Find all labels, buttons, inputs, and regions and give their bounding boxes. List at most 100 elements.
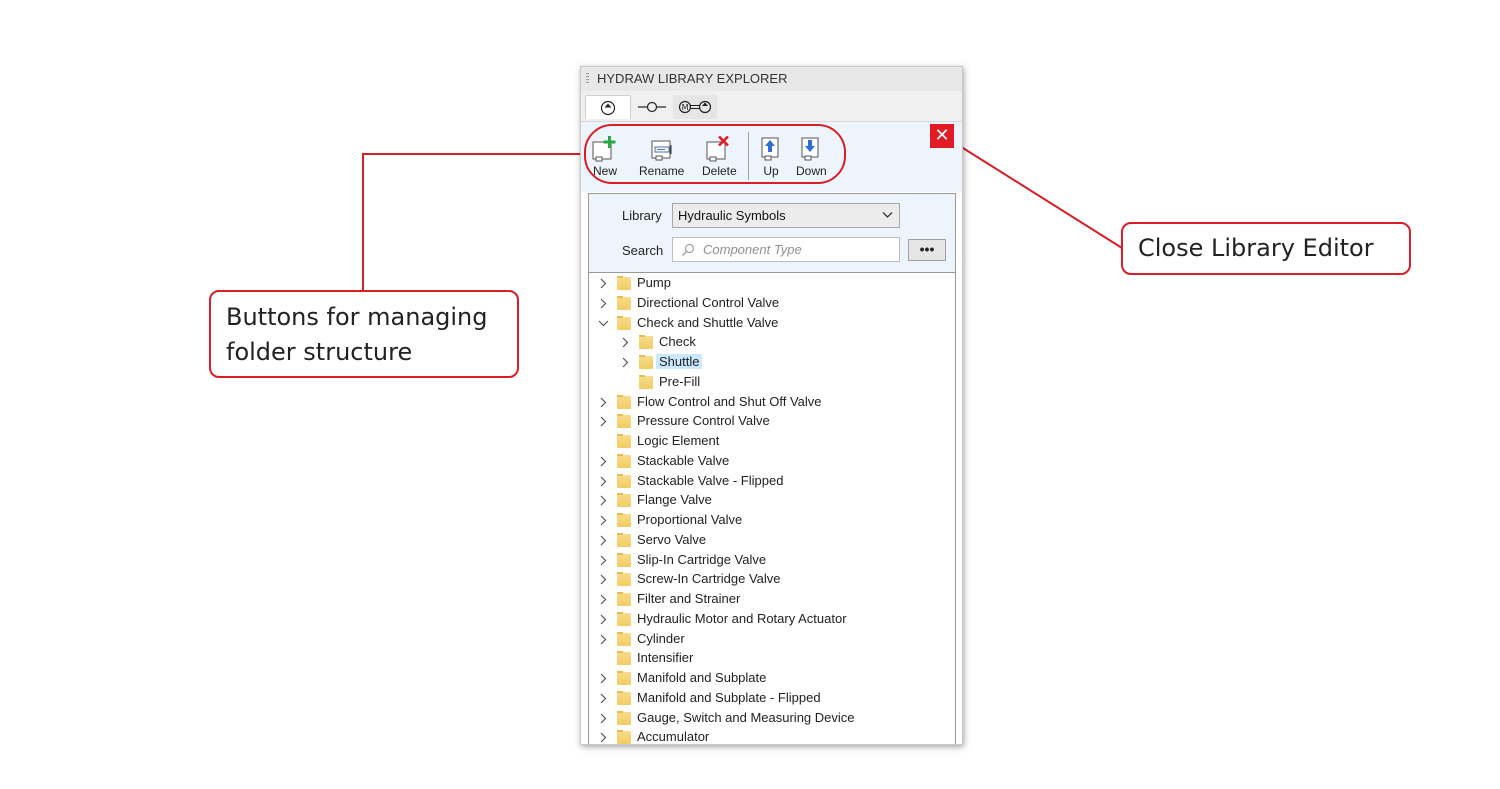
tree-item[interactable]: Stackable Valve (589, 452, 955, 471)
chevron-right-icon[interactable] (598, 476, 609, 487)
tree-item[interactable]: Accumulator (589, 728, 955, 745)
tree-item-label: Pump (637, 275, 671, 290)
tree-item[interactable]: Slip-In Cartridge Valve (589, 551, 955, 570)
toolbar-highlight-oval (584, 124, 846, 184)
grip-icon[interactable] (586, 73, 589, 85)
tree-item-label: Manifold and Subplate - Flipped (637, 689, 821, 705)
chevron-right-icon[interactable] (598, 495, 609, 506)
chevron-right-icon[interactable] (620, 357, 631, 368)
search-options-button[interactable]: ••• (908, 239, 946, 261)
tree-item-label: Shuttle (656, 354, 703, 369)
tree-item[interactable]: Pressure Control Valve (589, 412, 955, 431)
tree-item-label: Directional Control Valve (637, 294, 780, 310)
search-input[interactable]: Component Type (672, 237, 900, 262)
chevron-right-icon[interactable] (598, 614, 609, 625)
chevron-down-icon (882, 212, 893, 218)
close-library-editor-button[interactable]: ✕ (930, 124, 954, 148)
tree-item-label: Gauge, Switch and Measuring Device (637, 709, 855, 725)
tree-item[interactable]: Manifold and Subplate (589, 669, 955, 688)
close-icon: ✕ (934, 125, 950, 145)
folder-icon (617, 434, 631, 448)
tree-item[interactable]: Intensifier (589, 649, 955, 668)
tree-item-label: Check and Shuttle Valve (637, 314, 779, 330)
folder-icon (617, 710, 631, 725)
folder-icon (617, 493, 631, 508)
chevron-right-icon[interactable] (598, 594, 609, 605)
search-label: Search (622, 243, 664, 258)
folder-icon (617, 513, 631, 527)
svg-text:M: M (682, 103, 689, 112)
folder-icon (617, 276, 631, 290)
tree-item-label: Pressure Control Valve (637, 413, 770, 429)
chevron-right-icon[interactable] (598, 535, 609, 546)
search-placeholder: Component Type (703, 242, 802, 257)
folder-icon (617, 690, 631, 705)
tree-item[interactable]: Servo Valve (589, 531, 955, 550)
tab-motor-symbols[interactable]: M (673, 95, 717, 119)
tree-item-label: Hydraulic Motor and Rotary Actuator (637, 610, 847, 626)
tree-item-label: Logic Element (637, 433, 720, 448)
folder-icon (617, 651, 631, 666)
tree-item[interactable]: Pump (589, 274, 955, 293)
valve-line-symbol-icon (638, 101, 666, 113)
tree-item[interactable]: Filter and Strainer (589, 590, 955, 609)
tree-item[interactable]: Stackable Valve - Flipped (589, 472, 955, 491)
buttons-callout-connector (362, 153, 584, 290)
tab-pump-symbols[interactable] (585, 95, 631, 119)
chevron-right-icon[interactable] (598, 515, 609, 526)
library-select[interactable]: Hydraulic Symbols (672, 203, 900, 228)
folder-icon (617, 592, 631, 606)
folder-icon (617, 730, 631, 744)
tree-item[interactable]: Cylinder (589, 630, 955, 649)
tree-item[interactable]: Check and Shuttle Valve (589, 314, 955, 333)
tree-item[interactable]: Shuttle (589, 353, 955, 372)
tree-item[interactable]: Proportional Valve (589, 511, 955, 530)
tree-item[interactable]: Logic Element (589, 432, 955, 451)
tree-item[interactable]: Manifold and Subplate - Flipped (589, 689, 955, 708)
tree-item-label: Accumulator (637, 729, 710, 745)
chevron-right-icon[interactable] (598, 732, 609, 743)
chevron-down-icon[interactable] (598, 318, 609, 329)
tree-divider (589, 272, 955, 273)
folder-icon (617, 414, 631, 429)
tree-item[interactable]: Check (589, 333, 955, 352)
tree-item[interactable]: Flange Valve (589, 491, 955, 510)
tree-item[interactable]: Flow Control and Shut Off Valve (589, 393, 955, 412)
tree-item-label: Flange Valve (637, 492, 712, 508)
chevron-right-icon[interactable] (598, 713, 609, 724)
chevron-right-icon[interactable] (620, 337, 631, 348)
chevron-right-icon[interactable] (598, 574, 609, 585)
folder-icon (617, 453, 631, 468)
folder-icon (617, 473, 631, 488)
folder-icon (617, 611, 631, 626)
folder-icon (617, 631, 631, 646)
chevron-right-icon[interactable] (598, 416, 609, 427)
chevron-right-icon[interactable] (598, 298, 609, 309)
tree-item-label: Filter and Strainer (637, 591, 741, 606)
chevron-right-icon[interactable] (598, 673, 609, 684)
tab-line-symbols[interactable] (631, 95, 673, 119)
chevron-right-icon[interactable] (598, 278, 609, 289)
tree-item-label: Cylinder (637, 630, 685, 646)
tree-item[interactable]: Screw-In Cartridge Valve (589, 570, 955, 589)
tree-item-label: Check (659, 334, 696, 350)
tree-item[interactable]: Gauge, Switch and Measuring Device (589, 709, 955, 728)
panel-titlebar[interactable]: HYDRAW LIBRARY EXPLORER (581, 67, 962, 91)
folder-icon (639, 355, 653, 369)
chevron-right-icon[interactable] (598, 693, 609, 704)
library-select-value: Hydraulic Symbols (678, 208, 786, 223)
folder-icon (617, 552, 631, 567)
tree-item[interactable]: Hydraulic Motor and Rotary Actuator (589, 610, 955, 629)
chevron-right-icon[interactable] (598, 555, 609, 566)
pump-symbol-icon (600, 100, 616, 115)
tree-item[interactable]: Pre-Fill (589, 373, 955, 392)
chevron-right-icon[interactable] (598, 397, 609, 408)
tree-item[interactable]: Directional Control Valve (589, 294, 955, 313)
tree-item-label: Proportional Valve (637, 512, 743, 527)
folder-icon (639, 335, 653, 350)
tree-item-label: Slip-In Cartridge Valve (637, 551, 767, 567)
chevron-right-icon[interactable] (598, 456, 609, 467)
chevron-right-icon[interactable] (598, 634, 609, 645)
search-icon (682, 243, 695, 256)
library-label: Library (622, 208, 662, 223)
